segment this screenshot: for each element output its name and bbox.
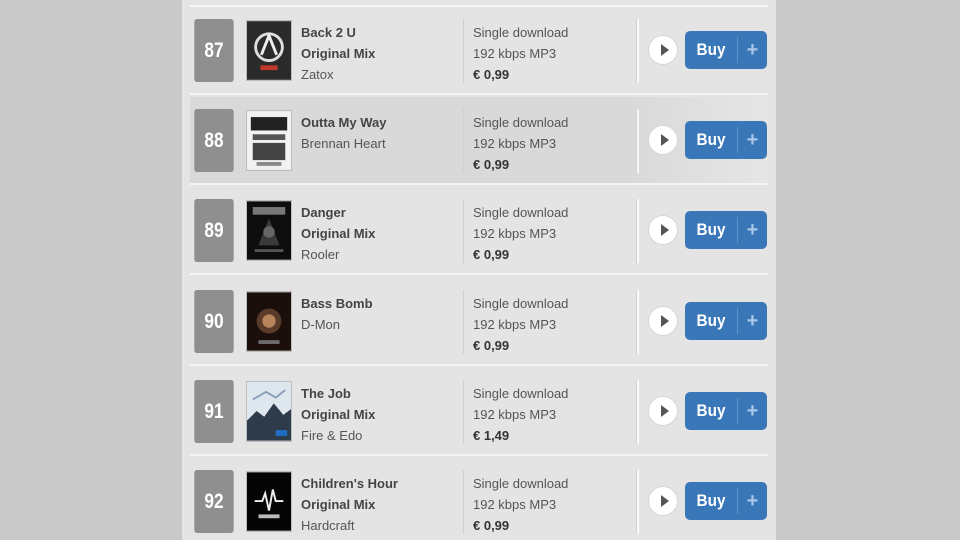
format-label: Single download (473, 386, 569, 401)
track-artist[interactable]: Rooler (301, 244, 453, 265)
play-icon (660, 405, 669, 417)
rank-badge: 88 (194, 109, 234, 172)
rank-badge: 87 (194, 19, 234, 82)
plus-icon[interactable]: + (738, 490, 767, 513)
divider (636, 199, 639, 263)
track-title[interactable]: Danger (301, 202, 453, 223)
format-label: Single download (473, 25, 569, 40)
play-icon (660, 315, 669, 327)
play-button[interactable] (648, 215, 678, 245)
album-art[interactable] (246, 110, 292, 171)
quality-label: 192 kbps MP3 (473, 497, 557, 512)
buy-label: Buy (696, 401, 726, 420)
divider (463, 199, 464, 263)
divider (463, 109, 464, 173)
plus-icon[interactable]: + (738, 310, 767, 333)
album-art[interactable] (246, 381, 292, 442)
play-icon (660, 44, 669, 56)
track-row: 88 Outta My Way Brennan Heart Single dow… (190, 97, 768, 185)
divider (463, 19, 464, 83)
track-artist[interactable]: D-Mon (301, 314, 453, 335)
format-label: Single download (473, 115, 569, 130)
quality-label: 192 kbps MP3 (473, 46, 557, 61)
divider (463, 290, 464, 354)
buy-button[interactable]: Buy + (685, 302, 767, 340)
format-label: Single download (473, 205, 569, 220)
album-art[interactable] (246, 20, 292, 81)
track-row: 91 The Job Original Mix Fire & Edo Singl… (190, 368, 768, 456)
rank-badge: 90 (194, 290, 234, 353)
chart-list-panel: 87 Back 2 U Original Mix Zatox Single do… (182, 0, 776, 540)
track-title[interactable]: Back 2 U (301, 22, 453, 43)
track-title[interactable]: Bass Bomb (301, 293, 453, 314)
price-label: € 0,99 (473, 67, 510, 82)
play-icon (660, 495, 669, 507)
track-title[interactable]: Children's Hour (301, 473, 453, 494)
quality-label: 192 kbps MP3 (473, 407, 557, 422)
buy-label: Buy (696, 491, 726, 510)
buy-button[interactable]: Buy + (685, 31, 767, 69)
album-art[interactable] (246, 291, 292, 352)
price-label: € 0,99 (473, 518, 510, 533)
play-button[interactable] (648, 125, 678, 155)
plus-icon[interactable]: + (738, 219, 767, 242)
track-artist[interactable]: Zatox (301, 64, 453, 85)
quality-label: 192 kbps MP3 (473, 136, 557, 151)
rank-badge: 91 (194, 380, 234, 443)
play-button[interactable] (648, 306, 678, 336)
divider (636, 380, 639, 444)
rank-badge: 89 (194, 199, 234, 262)
rank-badge: 92 (194, 470, 234, 533)
track-row: 87 Back 2 U Original Mix Zatox Single do… (190, 7, 768, 95)
quality-label: 192 kbps MP3 (473, 317, 557, 332)
plus-icon[interactable]: + (738, 39, 767, 62)
price-label: € 0,99 (473, 247, 510, 262)
buy-label: Buy (696, 220, 726, 239)
buy-label: Buy (696, 40, 726, 59)
buy-button[interactable]: Buy + (685, 392, 767, 430)
buy-label: Buy (696, 130, 726, 149)
price-label: € 1,49 (473, 428, 510, 443)
play-icon (660, 134, 669, 146)
play-icon (660, 224, 669, 236)
plus-icon[interactable]: + (738, 400, 767, 423)
buy-label: Buy (696, 311, 726, 330)
buy-button[interactable]: Buy + (685, 482, 767, 520)
track-mix: Original Mix (301, 46, 376, 61)
divider (636, 290, 639, 354)
album-art[interactable] (246, 471, 292, 532)
track-title[interactable]: Outta My Way (301, 112, 453, 133)
track-row: 89 Danger Original Mix Rooler Single dow… (190, 187, 768, 275)
track-artist[interactable]: Fire & Edo (301, 425, 453, 446)
format-label: Single download (473, 296, 569, 311)
track-artist[interactable]: Hardcraft (301, 515, 453, 536)
divider (463, 470, 464, 534)
play-button[interactable] (648, 396, 678, 426)
track-artist[interactable]: Brennan Heart (301, 133, 453, 154)
format-label: Single download (473, 476, 569, 491)
quality-label: 192 kbps MP3 (473, 226, 557, 241)
track-row: 92 Children's Hour Original Mix Hardcraf… (190, 458, 768, 540)
price-label: € 0,99 (473, 157, 510, 172)
divider (636, 19, 639, 83)
plus-icon[interactable]: + (738, 129, 767, 152)
divider (636, 470, 639, 534)
divider (463, 380, 464, 444)
track-mix: Original Mix (301, 226, 376, 241)
track-row: 90 Bass Bomb D-Mon Single download 192 k… (190, 278, 768, 366)
album-art[interactable] (246, 200, 292, 261)
track-mix: Original Mix (301, 497, 376, 512)
buy-button[interactable]: Buy + (685, 121, 767, 159)
play-button[interactable] (648, 486, 678, 516)
price-label: € 0,99 (473, 338, 510, 353)
track-title[interactable]: The Job (301, 383, 453, 404)
divider (636, 109, 639, 173)
buy-button[interactable]: Buy + (685, 211, 767, 249)
track-mix: Original Mix (301, 407, 376, 422)
play-button[interactable] (648, 35, 678, 65)
